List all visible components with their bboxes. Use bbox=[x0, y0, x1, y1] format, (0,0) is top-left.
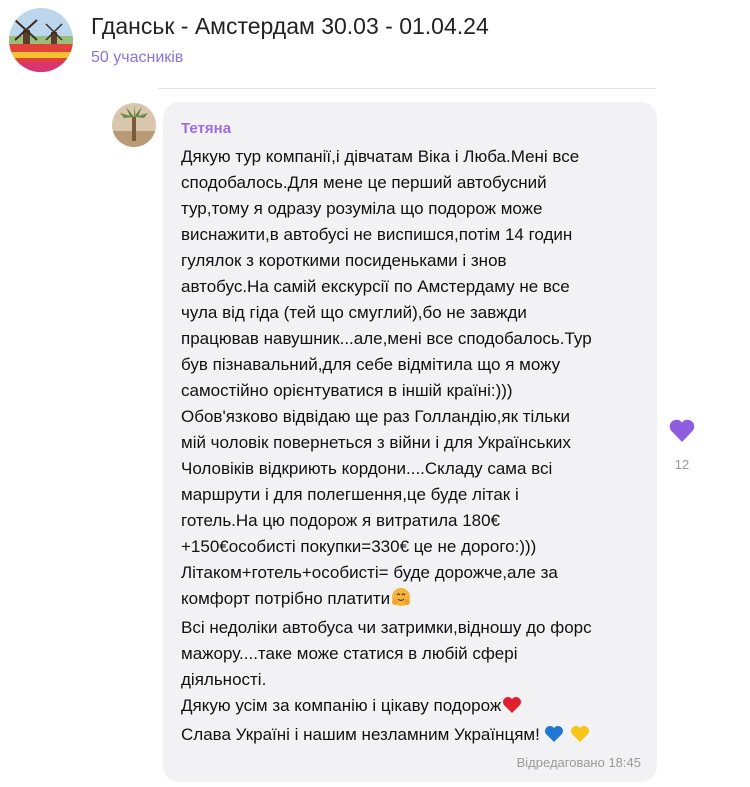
message-line: Слава Україні і нашим незламним Українця… bbox=[181, 722, 651, 751]
message-line: Літаком+готель+особисті= буде дорожче,ал… bbox=[181, 563, 558, 582]
message-line: Чоловіків відкриють кордони....Складу са… bbox=[181, 459, 553, 478]
group-avatar[interactable] bbox=[9, 8, 73, 72]
message-line: мій чоловік повернеться з війни і для Ук… bbox=[181, 433, 571, 452]
message-bubble[interactable]: Тетяна Дякую тур компанії,і дівчатам Вік… bbox=[163, 102, 657, 782]
divider bbox=[158, 88, 656, 89]
message-line: чула від гіда (тей що смуглий),бо не зав… bbox=[181, 303, 527, 322]
blue-heart-icon bbox=[544, 725, 564, 751]
yellow-heart-icon bbox=[570, 725, 590, 751]
reaction-count: 12 bbox=[674, 457, 690, 472]
author-avatar[interactable] bbox=[112, 103, 156, 147]
chat-header: Гданськ - Амстердам 30.03 - 01.04.24 50 … bbox=[0, 0, 750, 82]
message-line: маршрути і для полегшення,це буде літак … bbox=[181, 485, 519, 504]
message-line-text: Слава Україні і нашим незламним Українця… bbox=[181, 725, 540, 744]
message-line: Дякую тур компанії,і дівчатам Віка і Люб… bbox=[181, 147, 580, 166]
message-line: мажору....таке може статися в любій сфер… bbox=[181, 644, 518, 663]
purple-heart-icon bbox=[669, 419, 695, 442]
message-line: +150€особисті покупки=330€ це не дорого:… bbox=[181, 537, 537, 556]
tulip-field-windmill-avatar-icon bbox=[9, 8, 73, 72]
message-line: самостійно орієнтуватися в іншій країні:… bbox=[181, 381, 513, 400]
message-line: працював навушник...але,мені все сподоба… bbox=[181, 329, 592, 348]
author-name[interactable]: Тетяна bbox=[181, 120, 231, 137]
message-line: Дякую усім за компанію і цікаву подорож bbox=[181, 693, 651, 722]
palm-tree-avatar-icon bbox=[112, 103, 156, 147]
message-line: Обов'язково відвідаю ще раз Голландію,як… bbox=[181, 407, 571, 426]
reaction-button[interactable] bbox=[668, 417, 696, 445]
message-line-text: комфорт потрібно платити bbox=[181, 589, 391, 608]
message-line-text: Дякую усім за компанію і цікаву подорож bbox=[181, 696, 502, 715]
edited-timestamp: Відредаговано 18:45 bbox=[516, 755, 641, 770]
message-line: гулялок з короткими посиденьками і знов bbox=[181, 251, 507, 270]
message-line: комфорт потрібно платити bbox=[181, 586, 651, 615]
message-line: автобус.На самій екскурсії по Амстердаму… bbox=[181, 277, 570, 296]
message-line: виснажити,в автобусі не виспишся,потім 1… bbox=[181, 225, 573, 244]
message-line: тур,тому я одразу розуміла що подорож мо… bbox=[181, 199, 543, 218]
message-line: сподобалось.Для мене це перший автобусни… bbox=[181, 173, 547, 192]
chat-title[interactable]: Гданськ - Амстердам 30.03 - 01.04.24 bbox=[91, 13, 489, 40]
message-line: діяльності. bbox=[181, 670, 267, 689]
hugging-face-icon bbox=[391, 587, 411, 615]
message-line: Всі недоліки автобуса чи затримки,віднош… bbox=[181, 618, 592, 637]
members-count[interactable]: 50 учасників bbox=[91, 49, 183, 67]
message-line: готель.На цю подорож я витратила 180€ bbox=[181, 511, 501, 530]
red-heart-icon bbox=[502, 696, 522, 722]
message-text: Дякую тур компанії,і дівчатам Віка і Люб… bbox=[181, 144, 651, 751]
message-line: був пізнавальний,для себе відмітила що я… bbox=[181, 355, 561, 374]
